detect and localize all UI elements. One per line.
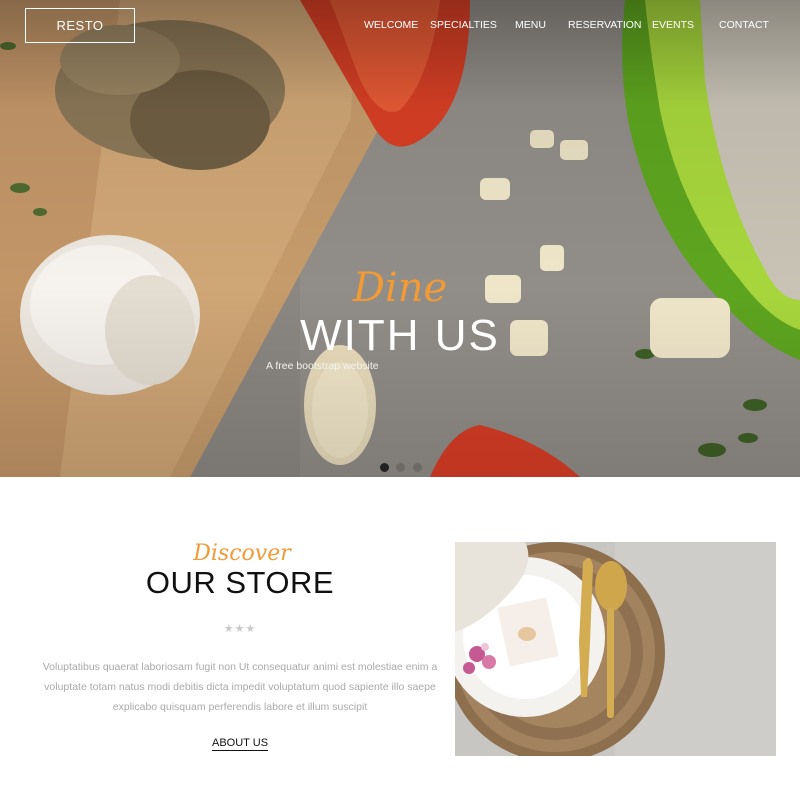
nav-item-specialties[interactable]: SPECIALTIES xyxy=(430,19,497,31)
nav-item-menu[interactable]: MENU xyxy=(515,19,546,31)
nav-item-events[interactable]: EVENTS xyxy=(652,19,694,31)
hero-script-heading: Dine xyxy=(352,265,448,311)
nav-item-reservation[interactable]: RESERVATION xyxy=(568,19,642,31)
brand-logo[interactable]: RESTO xyxy=(25,8,135,43)
hero-subtitle: A free bootstrap website xyxy=(266,360,379,372)
table-setting-illustration xyxy=(455,542,776,756)
nav-item-contact[interactable]: CONTACT xyxy=(719,19,769,31)
stars-divider: ★★★ xyxy=(223,623,257,635)
slider-dot-1[interactable] xyxy=(380,463,389,472)
hero-overlay xyxy=(0,0,800,477)
slider-dot-2[interactable] xyxy=(396,463,405,472)
about-description: Voluptatibus quaerat laboriosam fugit no… xyxy=(42,661,438,713)
about-image xyxy=(455,542,776,756)
hero-title: WITH US xyxy=(300,311,500,360)
nav-item-welcome[interactable]: WELCOME xyxy=(364,19,418,31)
hero-section: RESTO WELCOME SPECIALTIES MENU RESERVATI… xyxy=(0,0,800,477)
about-title: OUR STORE xyxy=(145,565,335,600)
about-us-link[interactable]: ABOUT US xyxy=(212,737,269,751)
slider-dot-3[interactable] xyxy=(413,463,422,472)
